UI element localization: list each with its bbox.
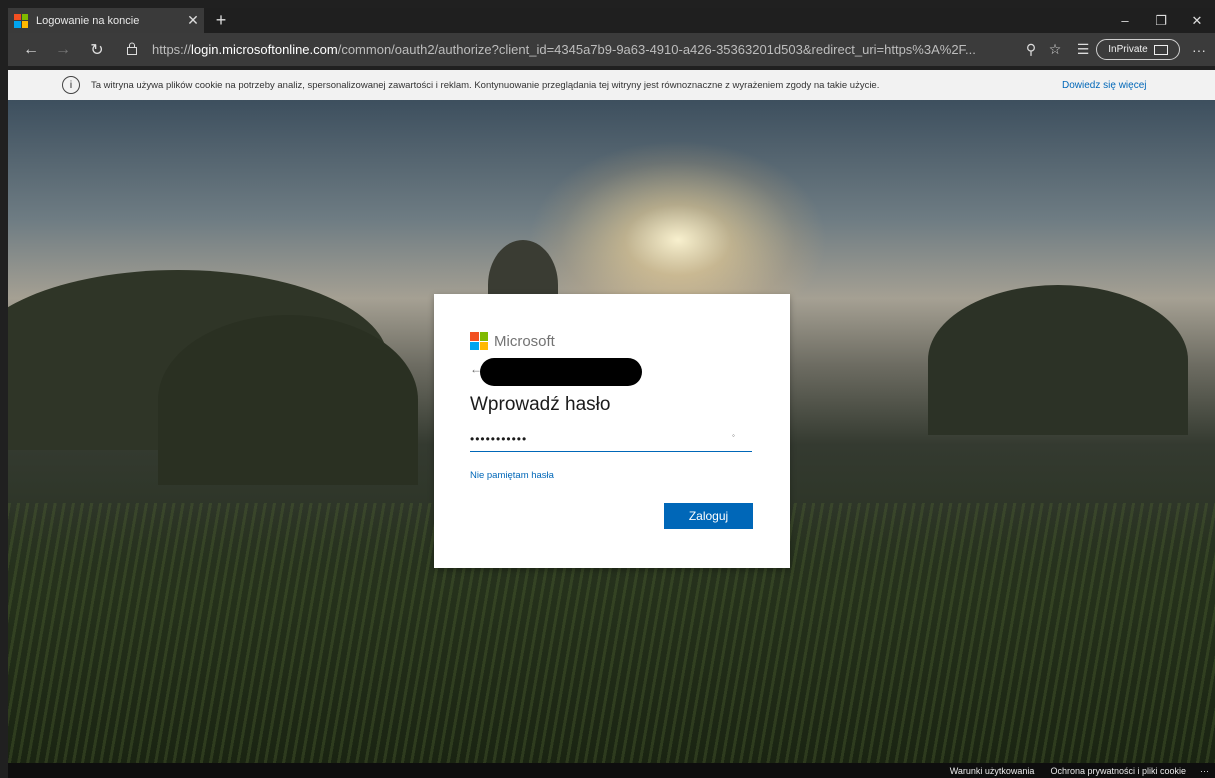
address-bar[interactable]: https://login.microsoftonline.com/common… [126, 37, 1032, 62]
signin-button[interactable]: Zaloguj [664, 503, 753, 529]
forgot-password-link[interactable]: Nie pamiętam hasła [470, 470, 554, 481]
close-tab-icon[interactable]: ✕ [182, 12, 204, 29]
microsoft-logo-icon [14, 13, 28, 28]
brand-name: Microsoft [494, 332, 555, 350]
browser-navbar: ← → ↻ https://login.microsoftonline.com /… [8, 33, 1215, 66]
hill-center [158, 315, 418, 485]
url-scheme: https:// [152, 42, 192, 57]
back-icon[interactable]: ← [16, 33, 46, 66]
signin-card: Microsoft ← Wprowadź hasło ◦ Nie pamięta… [434, 294, 790, 568]
microsoft-logo-icon [470, 332, 488, 350]
cookie-notice-text: Ta witryna używa plików cookie na potrze… [91, 79, 880, 91]
cookie-notice: i Ta witryna używa plików cookie na potr… [8, 70, 1215, 100]
favorites-hub-icon[interactable]: ☰ [1070, 33, 1096, 66]
refresh-icon[interactable]: ↻ [82, 33, 112, 66]
inprivate-badge[interactable]: InPrivate [1096, 39, 1180, 60]
url-path: /common/oauth2/authorize?client_id=4345a… [337, 42, 976, 57]
inprivate-icon [1153, 44, 1168, 55]
page-title: Wprowadź hasło [470, 394, 611, 415]
new-tab-button[interactable]: + [210, 8, 232, 33]
footer-more-icon[interactable]: ··· [1200, 766, 1209, 776]
hill-right [928, 285, 1188, 435]
browser-titlebar: Logowanie na koncie ✕ + – ❐ ✕ [8, 8, 1215, 33]
privacy-link[interactable]: Ochrona prywatności i pliki cookie [1050, 766, 1186, 776]
inprivate-label: InPrivate [1108, 44, 1148, 55]
info-icon: i [62, 76, 80, 94]
forward-icon[interactable]: → [48, 33, 78, 66]
tab-title: Logowanie na koncie [36, 14, 140, 27]
browser-tab[interactable]: Logowanie na koncie ✕ [8, 8, 204, 33]
learn-more-link[interactable]: Dowiedz się więcej [1062, 80, 1146, 91]
favorite-star-icon[interactable]: ☆ [1042, 33, 1068, 66]
minimize-icon[interactable]: – [1110, 8, 1140, 33]
more-options-icon[interactable]: ··· [1186, 33, 1212, 66]
microsoft-brand: Microsoft [470, 332, 555, 350]
reader-view-icon[interactable]: ⚲ [1018, 33, 1044, 66]
redacted-account-email [480, 358, 642, 386]
restore-icon[interactable]: ❐ [1146, 8, 1176, 33]
page-footer: Warunki użytkowania Ochrona prywatności … [8, 763, 1215, 778]
reveal-password-icon[interactable]: ◦ [732, 431, 735, 440]
terms-link[interactable]: Warunki użytkowania [950, 766, 1035, 776]
password-field[interactable] [470, 426, 752, 452]
lock-icon [126, 42, 144, 58]
close-window-icon[interactable]: ✕ [1182, 8, 1212, 33]
url-host: login.microsoftonline.com [191, 42, 338, 57]
